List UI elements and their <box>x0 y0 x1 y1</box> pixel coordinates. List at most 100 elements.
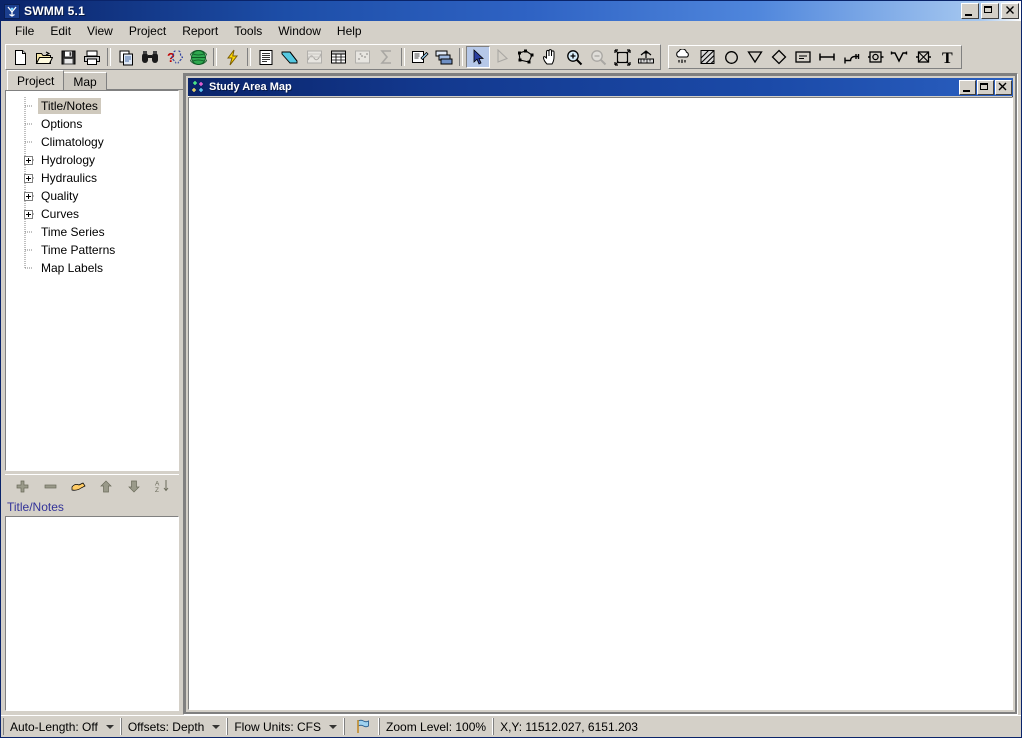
copy-button[interactable] <box>114 46 138 68</box>
map-minimize-button[interactable] <box>959 79 976 95</box>
add-outfall-tool[interactable] <box>743 47 767 67</box>
menu-help[interactable]: Help <box>329 22 370 40</box>
select-vertex-tool[interactable] <box>490 46 514 68</box>
title-notes-editor[interactable] <box>5 516 179 711</box>
map-canvas[interactable] <box>188 97 1013 710</box>
run-simulation-button[interactable] <box>220 46 244 68</box>
chevron-down-icon[interactable] <box>212 724 221 729</box>
chevron-down-icon[interactable] <box>105 724 114 729</box>
tree-item-quality[interactable]: Quality <box>6 187 178 205</box>
new-project-button[interactable] <box>8 46 32 68</box>
zoom-in-tool[interactable] <box>562 46 586 68</box>
statistics-button[interactable] <box>374 46 398 68</box>
toolbar-separator <box>247 48 251 66</box>
add-junction-tool[interactable] <box>719 47 743 67</box>
tree-item-time-patterns[interactable]: Time Patterns <box>6 241 178 259</box>
status-auto-length[interactable]: Auto-Length: Off <box>3 718 121 735</box>
toolbar-separator <box>459 48 463 66</box>
tree-item-hydrology[interactable]: Hydrology <box>6 151 178 169</box>
time-series-plot-button[interactable] <box>302 46 326 68</box>
menu-view[interactable]: View <box>79 22 121 40</box>
tab-project[interactable]: Project <box>7 70 65 90</box>
add-orifice-tool[interactable] <box>863 47 887 67</box>
tree-twig-icon <box>24 97 32 115</box>
find-button[interactable] <box>138 46 162 68</box>
menu-tools[interactable]: Tools <box>226 22 270 40</box>
zoom-out-tool[interactable] <box>586 46 610 68</box>
menu-report[interactable]: Report <box>174 22 226 40</box>
table-button[interactable] <box>326 46 350 68</box>
swmm-logo-icon <box>4 3 20 19</box>
object-toolbar: T <box>668 45 963 69</box>
tree-label: Options <box>41 117 83 131</box>
profile-plot-button[interactable] <box>278 46 302 68</box>
arrange-windows-button[interactable] <box>432 46 456 68</box>
add-pump-tool[interactable] <box>839 47 863 67</box>
close-button[interactable] <box>1001 3 1019 19</box>
mdi-client-area: Study Area Map <box>183 73 1018 715</box>
tree-item-climatology[interactable]: Climatology <box>6 133 178 151</box>
tree-expand-icon[interactable] <box>24 192 33 201</box>
tree-item-map-labels[interactable]: Map Labels <box>6 259 178 277</box>
select-region-tool[interactable] <box>514 46 538 68</box>
overview-map-button[interactable] <box>186 46 210 68</box>
scatter-plot-button[interactable] <box>350 46 374 68</box>
tree-item-time-series[interactable]: Time Series <box>6 223 178 241</box>
full-extent-tool[interactable] <box>610 46 634 68</box>
sort-button[interactable]: AZ <box>153 477 171 495</box>
save-project-button[interactable] <box>56 46 80 68</box>
menu-project[interactable]: Project <box>121 22 174 40</box>
status-offsets[interactable]: Offsets: Depth <box>120 718 228 735</box>
map-dimensions-tool[interactable] <box>634 46 658 68</box>
status-report-button[interactable] <box>254 46 278 68</box>
move-up-button[interactable] <box>97 477 115 495</box>
options-button[interactable] <box>408 46 432 68</box>
browser-edit-toolbar: AZ <box>5 474 179 497</box>
add-rain-gage-tool[interactable] <box>671 47 695 67</box>
minimize-button[interactable] <box>961 3 979 19</box>
add-subcatchment-tool[interactable] <box>695 47 719 67</box>
add-weir-tool[interactable] <box>887 47 911 67</box>
tree-expand-icon[interactable] <box>24 174 33 183</box>
add-outlet-tool[interactable] <box>911 47 935 67</box>
study-area-map-window: Study Area Map <box>186 76 1015 712</box>
query-button[interactable]: ? <box>162 46 186 68</box>
tab-map[interactable]: Map <box>63 72 107 90</box>
tree-expand-icon[interactable] <box>24 156 33 165</box>
add-label-tool[interactable]: T <box>935 47 959 67</box>
main-body: Project Map Title/Notes Options Climatol… <box>1 70 1021 715</box>
edit-object-button[interactable] <box>69 477 87 495</box>
tree-item-hydraulics[interactable]: Hydraulics <box>6 169 178 187</box>
tree-item-curves[interactable]: Curves <box>6 205 178 223</box>
print-button[interactable] <box>80 46 104 68</box>
status-coordinates: X,Y: 11512.027, 6151.203 <box>493 718 1019 735</box>
select-object-tool[interactable] <box>466 46 490 68</box>
pan-tool[interactable] <box>538 46 562 68</box>
add-storage-tool[interactable] <box>791 47 815 67</box>
tree-expand-icon[interactable] <box>24 210 33 219</box>
menu-window[interactable]: Window <box>270 22 329 40</box>
maximize-button[interactable] <box>981 3 999 19</box>
add-conduit-tool[interactable] <box>815 47 839 67</box>
tree-label: Title/Notes <box>38 98 101 114</box>
delete-object-button[interactable] <box>41 477 59 495</box>
window-titlebar: SWMM 5.1 <box>1 1 1021 21</box>
tree-item-title-notes[interactable]: Title/Notes <box>6 97 178 115</box>
map-window-controls <box>959 79 1012 95</box>
toolbar-separator <box>213 48 217 66</box>
project-tree-container[interactable]: Title/Notes Options Climatology Hydrolog… <box>5 90 179 471</box>
menu-file[interactable]: File <box>7 22 42 40</box>
tree-label: Time Patterns <box>41 243 116 257</box>
status-flow-units[interactable]: Flow Units: CFS <box>227 718 345 735</box>
move-down-button[interactable] <box>125 477 143 495</box>
menu-edit[interactable]: Edit <box>42 22 79 40</box>
chevron-down-icon[interactable] <box>329 724 338 729</box>
map-maximize-button[interactable] <box>977 79 994 95</box>
status-run-indicator[interactable] <box>344 718 380 735</box>
add-object-button[interactable] <box>13 477 31 495</box>
open-project-button[interactable] <box>32 46 56 68</box>
tree-item-options[interactable]: Options <box>6 115 178 133</box>
map-close-button[interactable] <box>995 79 1012 95</box>
coordinates-label: X,Y: 11512.027, 6151.203 <box>500 719 638 734</box>
add-divider-tool[interactable] <box>767 47 791 67</box>
